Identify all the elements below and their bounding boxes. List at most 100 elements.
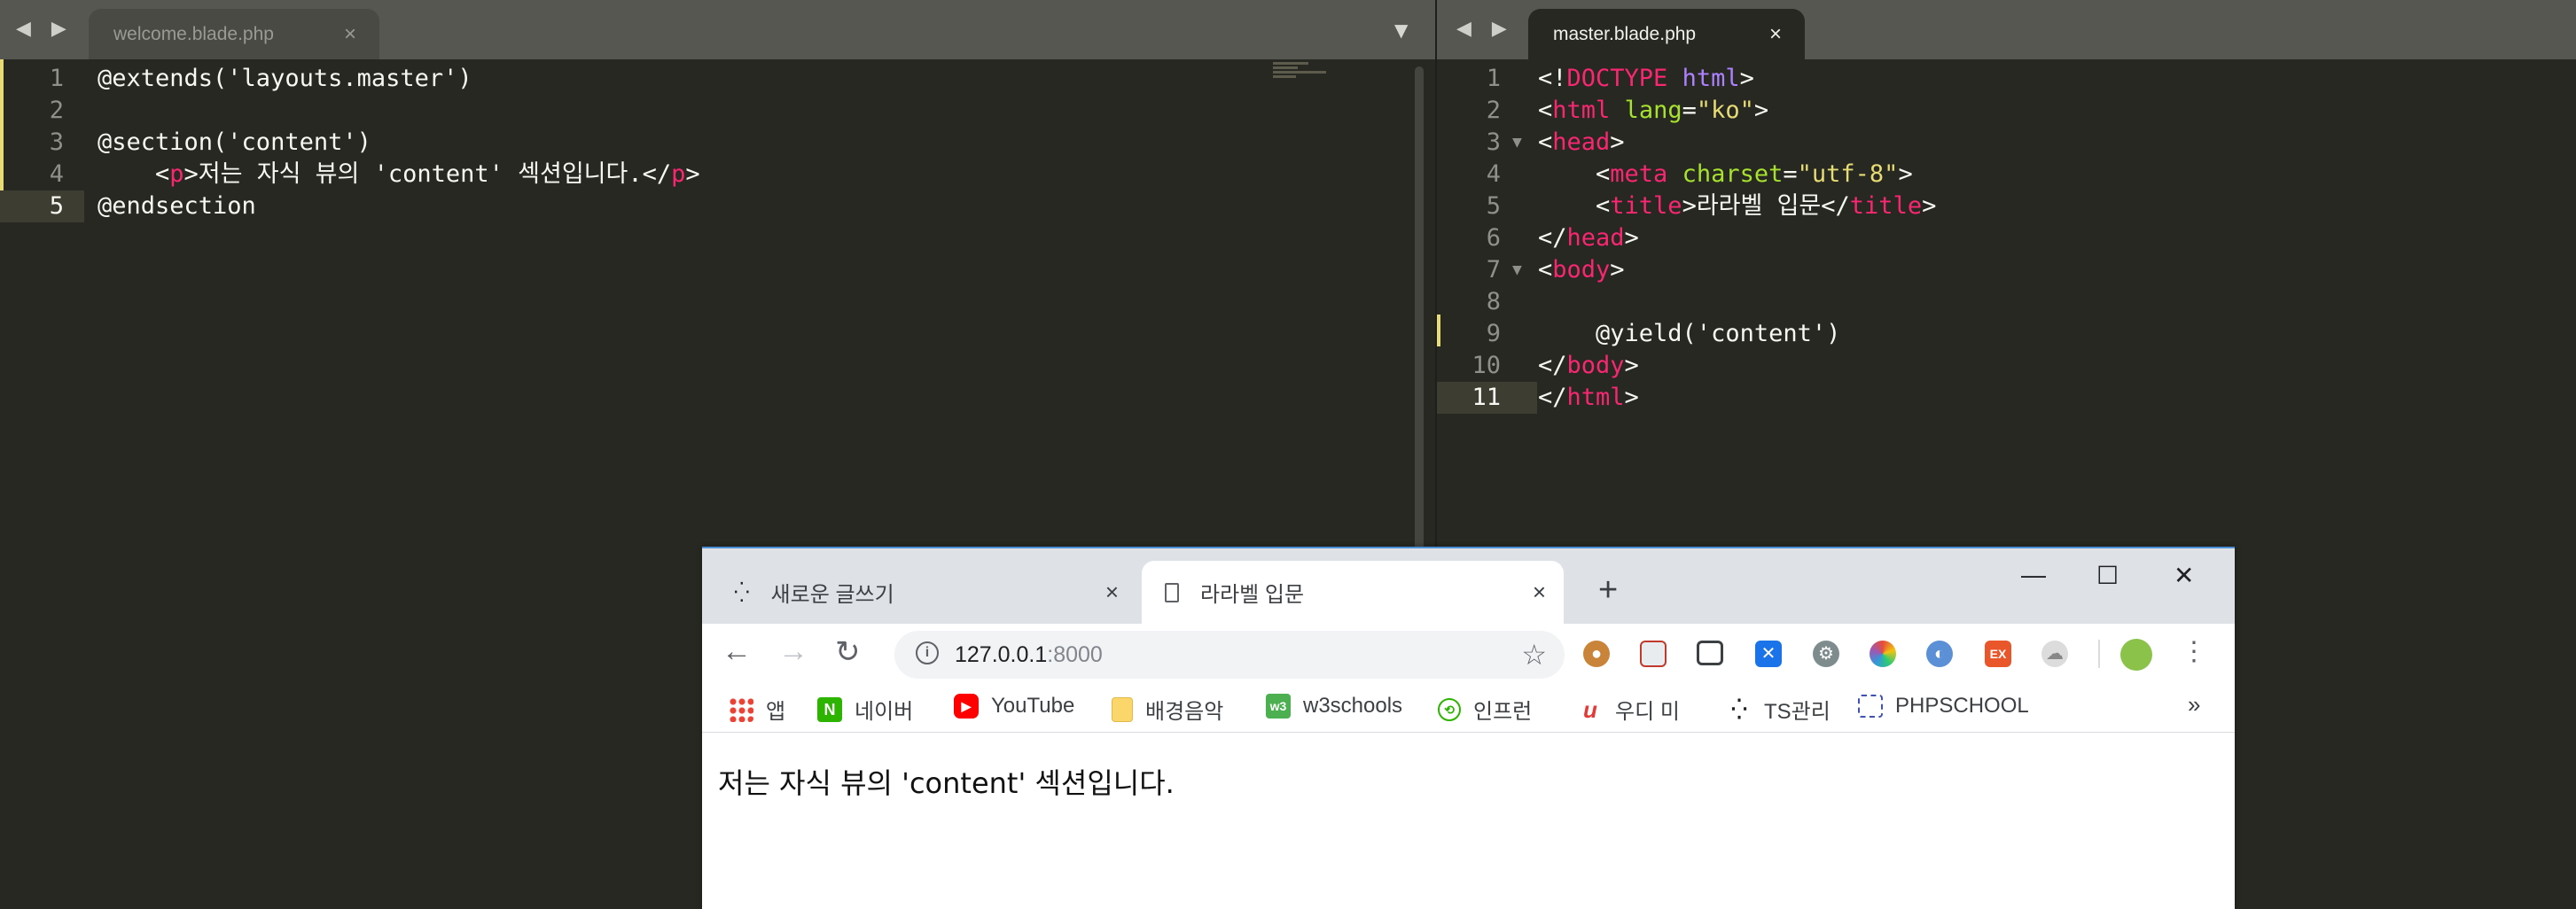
code-line[interactable]: 1 @extends('layouts.master') xyxy=(0,63,1437,95)
code-text: @section('content') xyxy=(98,127,371,159)
color-picker-extension-icon[interactable] xyxy=(1870,641,1896,667)
code-token: html xyxy=(1566,384,1625,411)
code-token: >라라벨 입문</ xyxy=(1682,192,1850,220)
bookmark-naver[interactable]: N 네이버 xyxy=(817,694,913,725)
bookmark-label: 인프런 xyxy=(1473,700,1533,724)
code-token: @endsection xyxy=(98,192,256,220)
bookmark-apps[interactable]: 앱 xyxy=(729,694,785,725)
w3schools-icon: w3 xyxy=(1266,694,1291,719)
bookmark-star-icon[interactable]: ☆ xyxy=(1521,638,1547,672)
code-text: </html> xyxy=(1538,382,1639,414)
bookmark-woodi[interactable]: u 우디 미 xyxy=(1578,694,1680,725)
bookmark-label: YouTube xyxy=(991,694,1075,718)
code-line[interactable]: 3 @section('content') xyxy=(0,127,1437,159)
bookmarks-bar: 앱 N 네이버 ▶ YouTube 배경음악 w3 w3schools ⟲ 인프… xyxy=(702,684,2235,733)
back-button[interactable]: ← xyxy=(722,634,752,669)
code-line[interactable]: 3 ▼ <head> xyxy=(1437,127,2576,159)
line-number: 3 xyxy=(1486,128,1501,156)
code-text: <title>라라벨 입문</title> xyxy=(1538,190,1936,222)
code-line[interactable]: 1 <!DOCTYPE html> xyxy=(1437,63,2576,95)
more-bookmarks-button[interactable]: » xyxy=(2188,691,2200,719)
code-line[interactable]: 5 <title>라라벨 입문</title> xyxy=(1437,190,2576,222)
editor-tab-welcome[interactable]: welcome.blade.php × xyxy=(89,9,379,59)
code-token: "utf-8" xyxy=(1797,160,1899,188)
browser-tab-laravel[interactable]: 라라벨 입문 × xyxy=(1142,561,1564,624)
screenshot-extension-icon[interactable] xyxy=(1697,641,1723,665)
page-paragraph: 저는 자식 뷰의 'content' 섹션입니다. xyxy=(718,766,1175,800)
code-text: <p>저는 자식 뷰의 'content' 섹션입니다.</p> xyxy=(98,159,700,190)
code-line[interactable]: 4 <meta charset="utf-8"> xyxy=(1437,159,2576,190)
reload-button[interactable]: ↻ xyxy=(835,634,861,670)
bookmark-label: 우디 미 xyxy=(1615,700,1680,724)
code-token: < xyxy=(1538,128,1553,156)
minimize-button[interactable]: — xyxy=(2021,561,2046,589)
code-text: @endsection xyxy=(98,190,256,222)
close-icon[interactable]: × xyxy=(1533,579,1546,606)
ex-extension-icon[interactable]: EX xyxy=(1985,641,2011,667)
woodi-icon: u xyxy=(1583,695,1597,723)
inflearn-icon: ⟲ xyxy=(1438,697,1461,721)
code-token: </ xyxy=(1538,384,1567,411)
avatar[interactable] xyxy=(2120,639,2152,671)
bookmark-ts[interactable]: ⁛ TS관리 xyxy=(1727,694,1831,725)
code-token: charset xyxy=(1682,160,1784,188)
code-line[interactable]: 2 xyxy=(0,95,1437,127)
code-token: "ko" xyxy=(1696,97,1754,124)
bookmark-label: PHPSCHOOL xyxy=(1895,694,2029,718)
bookmark-youtube[interactable]: ▶ YouTube xyxy=(954,694,1074,719)
tab-nav-arrows-icon[interactable]: ◀ ▶ xyxy=(16,18,74,40)
code-token: </ xyxy=(1538,352,1567,379)
code-token: > xyxy=(1624,352,1639,379)
fold-arrow-icon[interactable]: ▼ xyxy=(1512,254,1522,286)
page-icon xyxy=(1165,582,1179,602)
code-line[interactable]: 2 <html lang="ko"> xyxy=(1437,95,2576,127)
code-line[interactable]: 9 @yield('content') xyxy=(1437,318,2576,350)
close-icon[interactable]: × xyxy=(1105,579,1119,606)
vscode-extension-icon[interactable]: ✕ xyxy=(1755,641,1782,667)
editor-tab-master[interactable]: master.blade.php × xyxy=(1528,9,1805,59)
close-window-button[interactable]: ✕ xyxy=(2174,561,2194,590)
ts-icon: ⁛ xyxy=(1731,697,1747,720)
bookmark-label: w3schools xyxy=(1303,694,1403,718)
youtube-icon: ▶ xyxy=(954,694,979,719)
close-icon[interactable]: × xyxy=(1769,22,1782,47)
new-tab-button[interactable]: + xyxy=(1598,571,1618,610)
code-line[interactable]: 6 </head> xyxy=(1437,222,2576,254)
browser-window: ⁛ 새로운 글쓰기 × 라라벨 입문 × + — ☐ ✕ ← → ↻ i 127… xyxy=(702,547,2235,909)
fold-arrow-icon[interactable]: ▼ xyxy=(1512,127,1522,159)
page-content: 저는 자식 뷰의 'content' 섹션입니다. xyxy=(702,733,2235,909)
bookmark-w3schools[interactable]: w3 w3schools xyxy=(1266,694,1402,719)
browser-tab-label: 새로운 글쓰기 xyxy=(770,583,894,607)
cloud-extension-icon[interactable]: ☁ xyxy=(2041,641,2068,667)
browser-tab-new-post[interactable]: ⁛ 새로운 글쓰기 × xyxy=(702,561,1136,624)
calendar-extension-icon[interactable] xyxy=(1640,641,1667,667)
settings-extension-icon[interactable]: ⚙ xyxy=(1813,641,1839,667)
bookmark-bgm[interactable]: 배경음악 xyxy=(1112,694,1223,725)
tab-nav-arrows-icon[interactable]: ◀ ▶ xyxy=(1456,18,1514,40)
code-token: p xyxy=(169,160,184,188)
address-bar[interactable]: i 127.0.0.1:8000 ☆ xyxy=(894,631,1565,679)
code-token: < xyxy=(1538,192,1611,220)
code-line[interactable]: 10 </body> xyxy=(1437,350,2576,382)
code-token: lang xyxy=(1624,97,1682,124)
code-token: = xyxy=(1783,160,1798,188)
tab-dropdown-icon[interactable]: ▼ xyxy=(1394,19,1408,41)
forward-button[interactable]: → xyxy=(778,634,808,669)
ie-tab-extension-icon[interactable]: ◐ xyxy=(1926,641,1953,667)
code-text: <!DOCTYPE html> xyxy=(1538,63,1754,95)
code-text: @extends('layouts.master') xyxy=(98,63,472,95)
bookmark-inflearn[interactable]: ⟲ 인프런 xyxy=(1438,694,1532,725)
menu-icon[interactable]: ⋮ xyxy=(2181,636,2207,667)
bookmark-phpschool[interactable]: PHPSCHOOL xyxy=(1858,694,2029,719)
cookie-extension-icon[interactable]: ● xyxy=(1583,641,1610,667)
close-icon[interactable]: × xyxy=(344,22,356,47)
code-line[interactable]: 5 @endsection xyxy=(0,190,1437,222)
info-icon[interactable]: i xyxy=(916,641,939,664)
code-line[interactable]: 4 <p>저는 자식 뷰의 'content' 섹션입니다.</p> xyxy=(0,159,1437,190)
maximize-button[interactable]: ☐ xyxy=(2096,561,2119,590)
code-line[interactable]: 7 ▼ <body> xyxy=(1437,254,2576,286)
code-line[interactable]: 11 </html> xyxy=(1437,382,2576,414)
naver-icon: N xyxy=(817,696,842,722)
code-line[interactable]: 8 xyxy=(1437,286,2576,318)
